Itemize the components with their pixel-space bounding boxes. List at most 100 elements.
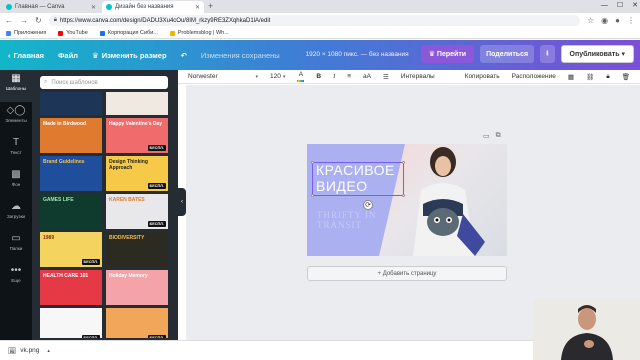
free-badge: БЕСПЛ. — [147, 221, 166, 227]
new-tab-button[interactable]: + — [208, 1, 213, 11]
browser-tab-design[interactable]: Дизайн без названия ✕ — [102, 1, 204, 13]
free-badge: БЕСПЛ. — [147, 183, 166, 189]
design-subtitle-text[interactable]: THRIFTY IN TRANSIT — [317, 210, 376, 230]
resize-handle[interactable] — [402, 161, 405, 164]
align-icon[interactable]: ≡ — [347, 73, 351, 80]
add-page-button[interactable]: + Добавить страницу — [307, 266, 507, 281]
download-file-name[interactable]: vk.png — [20, 347, 39, 354]
letter-case-icon[interactable]: aA — [363, 73, 371, 80]
design-photo[interactable] — [379, 144, 507, 256]
rail-item-folders[interactable]: ▭ Папки — [0, 230, 32, 262]
chevron-left-icon: ‹ — [181, 199, 183, 205]
template-thumbnail[interactable]: Brand Guidelines — [40, 156, 102, 191]
font-select[interactable]: Norwester ▾ — [188, 73, 258, 80]
chevron-up-icon[interactable]: ▴ — [47, 348, 50, 354]
rail-item-background[interactable]: ▩ Фон — [0, 166, 32, 198]
resize-handle[interactable] — [311, 194, 314, 197]
bookmark-icon — [169, 30, 175, 36]
template-search-input[interactable]: ⌕ Поиск шаблонов — [40, 76, 168, 89]
close-window-icon[interactable]: ✕ — [632, 0, 638, 12]
text-color-button[interactable]: A — [297, 70, 305, 82]
collapse-panel-button[interactable]: ‹ — [178, 188, 186, 216]
template-title: Holiday Memory — [109, 273, 148, 279]
resize-handle[interactable] — [311, 161, 314, 164]
download-icon: ⭳ — [546, 49, 549, 57]
template-thumbnail[interactable]: HEALTH CARE 101 — [40, 270, 102, 305]
resize-button[interactable]: ♛ Изменить размер — [92, 51, 167, 60]
search-icon: ⌕ — [44, 79, 48, 85]
more-icon: ••• — [10, 265, 22, 276]
template-thumbnail[interactable] — [40, 92, 102, 115]
address-bar-row: ← → ↻ 🔒︎ https://www.canva.com/design/DA… — [0, 13, 640, 28]
extension-icon[interactable]: ◉ — [601, 16, 608, 25]
share-button[interactable]: Поделиться — [480, 45, 535, 63]
presenter-video-image — [533, 299, 640, 360]
template-thumbnail[interactable]: Writing Kit — [106, 92, 168, 115]
rail-item-more[interactable]: ••• Еще — [0, 262, 32, 294]
lock-icon[interactable]: 🔒︎ — [606, 73, 609, 81]
browser-tab-home[interactable]: Главная — Canva ✕ — [2, 1, 100, 13]
bookmark-apps[interactable]: Приложения — [6, 30, 46, 36]
template-thumbnail[interactable]: БЕСПЛ. — [40, 308, 102, 338]
chevron-down-icon: ▾ — [621, 51, 625, 58]
file-menu-button[interactable]: Файл — [58, 51, 78, 60]
text-color-icon: A — [298, 70, 304, 78]
arrange-button[interactable]: Расположение — [512, 73, 556, 80]
template-thumbnail[interactable]: BIODIVERSITY — [106, 232, 168, 267]
bookmark-youtube[interactable]: YouTube — [58, 30, 88, 36]
lock-icon: 🔒︎ — [53, 17, 57, 23]
rail-item-elements[interactable]: ◇◯ Элементы — [0, 102, 32, 134]
back-icon[interactable]: ← — [5, 16, 13, 25]
bookmark-corp[interactable]: Корпорация Сиби... — [99, 30, 158, 36]
downloads-bar: 🖼︎ vk.png ▴ — [0, 340, 533, 360]
list-icon[interactable]: ☰ — [383, 73, 389, 81]
design-page[interactable]: КРАСИВОЕ ВИДЕО ⟳ THRIFTY IN TRANSIT — [307, 144, 507, 256]
comment-icon[interactable]: ▭ — [483, 132, 490, 140]
rotate-handle-icon[interactable]: ⟳ — [363, 200, 373, 210]
close-icon[interactable]: ✕ — [91, 4, 96, 11]
template-thumbnail[interactable]: GAMES LIFE — [40, 194, 102, 229]
italic-button[interactable]: I — [333, 73, 335, 80]
template-thumbnail[interactable]: БЕСПЛ. — [106, 308, 168, 338]
bold-button[interactable]: B — [316, 73, 321, 80]
chevron-down-icon: ▾ — [282, 73, 286, 80]
template-thumbnail[interactable]: Happy Valentine's Day БЕСПЛ. — [106, 118, 168, 153]
forward-icon[interactable]: → — [20, 16, 28, 25]
download-button[interactable]: ⭳ — [540, 45, 555, 63]
font-size-select[interactable]: 120 ▾ — [270, 73, 285, 80]
publish-button[interactable]: Опубликовать ▾ — [560, 45, 634, 63]
goto-button[interactable]: ♛ Перейти — [420, 45, 475, 63]
rail-item-text[interactable]: T Текст — [0, 134, 32, 166]
star-icon[interactable]: ☆ — [587, 16, 594, 25]
minimize-icon[interactable]: — — [601, 0, 608, 12]
copy-style-button[interactable]: Копировать — [465, 73, 500, 80]
template-thumbnail[interactable]: Design Thinking Approach БЕСПЛ. — [106, 156, 168, 191]
saved-status: Изменения сохранены — [200, 50, 280, 60]
rail-item-templates[interactable]: ▦ Шаблоны — [0, 70, 32, 102]
template-grid: Writing Kit Made in Birdwood Happy Valenti… — [40, 92, 168, 338]
profile-icon[interactable]: ● — [615, 16, 620, 25]
link-icon[interactable]: ⛓ — [586, 73, 594, 81]
design-title-text[interactable]: КРАСИВОЕ ВИДЕО — [316, 162, 395, 194]
undo-button[interactable]: ↶ — [181, 51, 187, 60]
template-thumbnail[interactable]: 1989 БЕСПЛ. — [40, 232, 102, 267]
template-thumbnail[interactable]: Holiday Memory — [106, 270, 168, 305]
maximize-icon[interactable]: ☐ — [617, 0, 623, 12]
duplicate-icon[interactable]: ⧉ — [496, 132, 501, 140]
reload-icon[interactable]: ↻ — [35, 16, 42, 25]
template-thumbnail[interactable]: Made in Birdwood — [40, 118, 102, 153]
bookmark-blog[interactable]: Problemsblog | Wh... — [169, 30, 229, 36]
template-thumbnail[interactable]: KAREN BATES БЕСПЛ. — [106, 194, 168, 229]
crown-icon: ♛ — [428, 51, 437, 58]
home-button[interactable]: ‹ Главная — [8, 51, 44, 60]
close-icon[interactable]: ✕ — [195, 4, 200, 11]
menu-icon[interactable]: ⋮ — [627, 16, 635, 25]
resize-handle[interactable] — [402, 194, 405, 197]
url-field[interactable]: 🔒︎ https://www.canva.com/design/DADU3Xu4… — [48, 15, 580, 26]
transparency-icon[interactable]: ▦ — [568, 73, 574, 81]
spacing-button[interactable]: Интервалы — [401, 73, 435, 80]
rail-item-uploads[interactable]: ☁ Загрузки — [0, 198, 32, 230]
trash-icon[interactable]: 🗑︎ — [622, 73, 630, 81]
templates-panel: ⌕ Поиск шаблонов Writing Kit Made in Bird… — [32, 70, 178, 340]
background-icon: ▩ — [11, 169, 21, 180]
